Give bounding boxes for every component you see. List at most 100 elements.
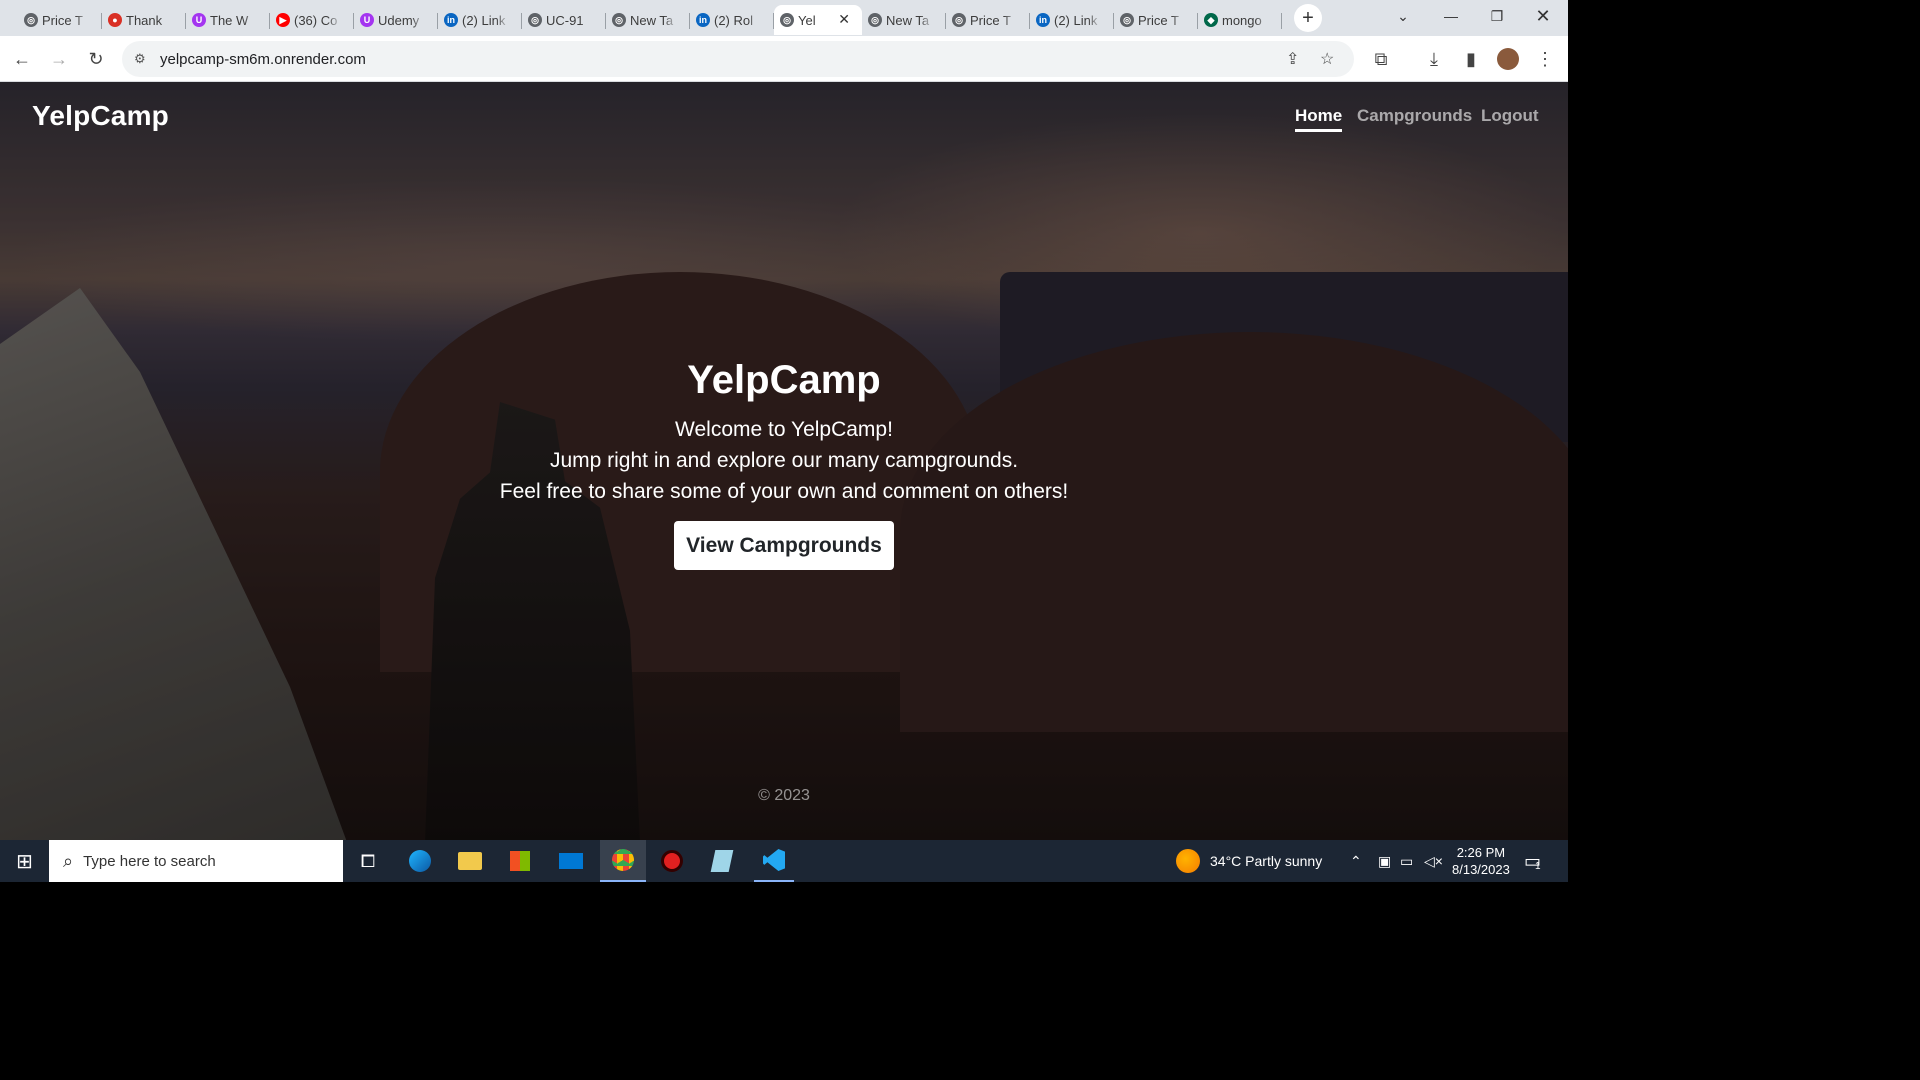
search-icon: ⌕ xyxy=(63,850,74,871)
tab-label: New Ta xyxy=(630,12,674,28)
new-tab-button[interactable]: + xyxy=(1294,4,1322,32)
tab-label: (2) Link xyxy=(462,12,506,28)
tab-label: mongo xyxy=(1222,12,1262,28)
windows-start-icon[interactable]: ⊞ xyxy=(0,840,49,882)
udemy-icon: U xyxy=(360,13,374,27)
tab-label: Price T xyxy=(1138,12,1179,28)
tab-label: New Ta xyxy=(886,12,930,28)
tab-search-icon[interactable]: ⌄ xyxy=(1380,0,1426,32)
hero-line-2: Jump right in and explore our many campg… xyxy=(549,449,1019,472)
clock[interactable]: 2:26 PM 8/13/2023 xyxy=(1452,840,1510,882)
bookmark-star-icon[interactable]: ☆ xyxy=(1320,49,1334,69)
browser-tab[interactable]: U The W xyxy=(186,5,270,35)
chrome-taskbar-icon[interactable] xyxy=(600,840,646,882)
clock-date: 8/13/2023 xyxy=(1452,862,1510,877)
globe-icon: ◎ xyxy=(952,13,966,27)
view-campgrounds-button[interactable]: View Campgrounds xyxy=(674,521,894,570)
record-icon: ● xyxy=(108,13,122,27)
browser-tab[interactable]: in (2) Link xyxy=(438,5,522,35)
nav-home[interactable]: Home xyxy=(1295,106,1343,132)
hero-line-3: Feel free to share some of your own and … xyxy=(499,480,1069,503)
show-hidden-icons[interactable]: ⌃ xyxy=(1350,840,1362,882)
globe-icon: ◎ xyxy=(780,13,794,27)
microsoft-store-icon[interactable] xyxy=(500,840,540,882)
globe-icon: ◎ xyxy=(612,13,626,27)
youtube-icon: ▶ xyxy=(276,13,290,27)
mongodb-icon: ◆ xyxy=(1204,13,1218,27)
windows-taskbar: ⊞ ⌕ Type here to search ⧠ 34°C Partly su… xyxy=(0,840,1568,882)
nav-campgrounds[interactable]: Campgrounds xyxy=(1357,106,1472,126)
screen-recorder-icon[interactable] xyxy=(652,840,692,882)
menu-icon[interactable]: ⋮ xyxy=(1533,47,1557,71)
download-icon[interactable]: ⤓ xyxy=(1422,47,1446,71)
close-window-button[interactable]: ✕ xyxy=(1520,0,1566,32)
task-view-icon[interactable]: ⧠ xyxy=(350,840,386,882)
side-panel-icon[interactable]: ▮ xyxy=(1459,47,1483,71)
hero-title: YelpCamp xyxy=(687,358,881,402)
reload-button[interactable]: ↻ xyxy=(84,47,108,71)
browser-tab[interactable]: ● Thank xyxy=(102,5,186,35)
taskbar-search-placeholder: Type here to search xyxy=(83,852,216,870)
volume-muted-icon[interactable]: ◁× xyxy=(1424,840,1443,882)
browser-tab[interactable]: ◎ Price T xyxy=(946,5,1030,35)
clock-time: 2:26 PM xyxy=(1456,845,1506,860)
weather-widget[interactable]: 34°C Partly sunny xyxy=(1176,840,1322,882)
tab-label: (2) Link xyxy=(1054,12,1098,28)
browser-tab[interactable]: ◎ Yel ✕ xyxy=(774,5,862,35)
tab-label: Udemy xyxy=(378,12,420,28)
close-tab-icon[interactable]: ✕ xyxy=(838,11,850,28)
brand-logo[interactable]: YelpCamp xyxy=(32,100,169,132)
linkedin-icon: in xyxy=(1036,13,1050,27)
vscode-icon[interactable] xyxy=(754,840,794,882)
hero-line-1: Welcome to YelpCamp! xyxy=(675,418,893,441)
udemy-icon: U xyxy=(192,13,206,27)
taskbar-search-box[interactable]: ⌕ Type here to search xyxy=(49,840,343,882)
browser-tab[interactable]: ◎ Price T xyxy=(1114,5,1198,35)
globe-icon: ◎ xyxy=(868,13,882,27)
url-text: yelpcamp-sm6m.onrender.com xyxy=(160,51,366,68)
tab-label: Thank xyxy=(126,12,163,28)
mail-icon[interactable] xyxy=(551,840,591,882)
nav-logout[interactable]: Logout xyxy=(1481,106,1539,126)
extensions-icon[interactable]: ⧉ xyxy=(1369,47,1393,71)
tab-label: (36) Co xyxy=(294,12,338,28)
browser-tab[interactable]: in (2) Rol xyxy=(690,5,774,35)
maximize-button[interactable]: ❐ xyxy=(1474,0,1520,32)
tab-label: Price T xyxy=(42,12,83,28)
site-info-icon[interactable]: ⚙ xyxy=(134,51,146,67)
weather-icon xyxy=(1176,849,1200,873)
meet-now-icon[interactable]: ▣ xyxy=(1378,840,1391,882)
tab-list: ◎ Price T ● Thank U The W ▶ (36) Co U Udemy in (2) … xyxy=(18,1,1282,35)
browser-tab[interactable]: ◎ New Ta xyxy=(862,5,946,35)
notification-count: 1 xyxy=(1535,860,1541,872)
tab-label: The W xyxy=(210,12,249,28)
tab-label: UC-91 xyxy=(546,12,584,28)
linkedin-icon: in xyxy=(444,13,458,27)
browser-tab[interactable]: ◎ Price T xyxy=(18,5,102,35)
browser-tab[interactable]: ◆ mongo xyxy=(1198,5,1282,35)
battery-icon[interactable]: ▭ xyxy=(1400,840,1413,882)
notifications-icon[interactable]: ▭ 1 xyxy=(1524,840,1541,882)
browser-tab[interactable]: ◎ UC-91 xyxy=(522,5,606,35)
forward-button[interactable]: → xyxy=(47,47,71,71)
tab-label: (2) Rol xyxy=(714,12,754,28)
notepad-icon[interactable] xyxy=(702,840,742,882)
edge-icon[interactable] xyxy=(400,840,440,882)
profile-avatar[interactable] xyxy=(1497,48,1519,70)
share-icon[interactable]: ⇪ xyxy=(1286,49,1299,69)
browser-tab[interactable]: ▶ (36) Co xyxy=(270,5,354,35)
browser-tab[interactable]: in (2) Link xyxy=(1030,5,1114,35)
address-bar[interactable]: ⚙ yelpcamp-sm6m.onrender.com ⇪ ☆ xyxy=(122,41,1354,77)
back-button[interactable]: ← xyxy=(10,47,34,71)
globe-icon: ◎ xyxy=(528,13,542,27)
browser-tab-strip: ◎ Price T ● Thank U The W ▶ (36) Co U Udemy in (2) … xyxy=(0,0,1568,36)
browser-tab[interactable]: U Udemy xyxy=(354,5,438,35)
minimize-button[interactable]: — xyxy=(1428,0,1474,32)
browser-tab[interactable]: ◎ New Ta xyxy=(606,5,690,35)
hero-background: YelpCamp Home Campgrounds Logout YelpCam… xyxy=(0,82,1568,840)
globe-icon: ◎ xyxy=(24,13,38,27)
globe-icon: ◎ xyxy=(1120,13,1134,27)
file-explorer-icon[interactable] xyxy=(450,840,490,882)
linkedin-icon: in xyxy=(696,13,710,27)
footer-copyright: © 2023 xyxy=(758,787,810,804)
